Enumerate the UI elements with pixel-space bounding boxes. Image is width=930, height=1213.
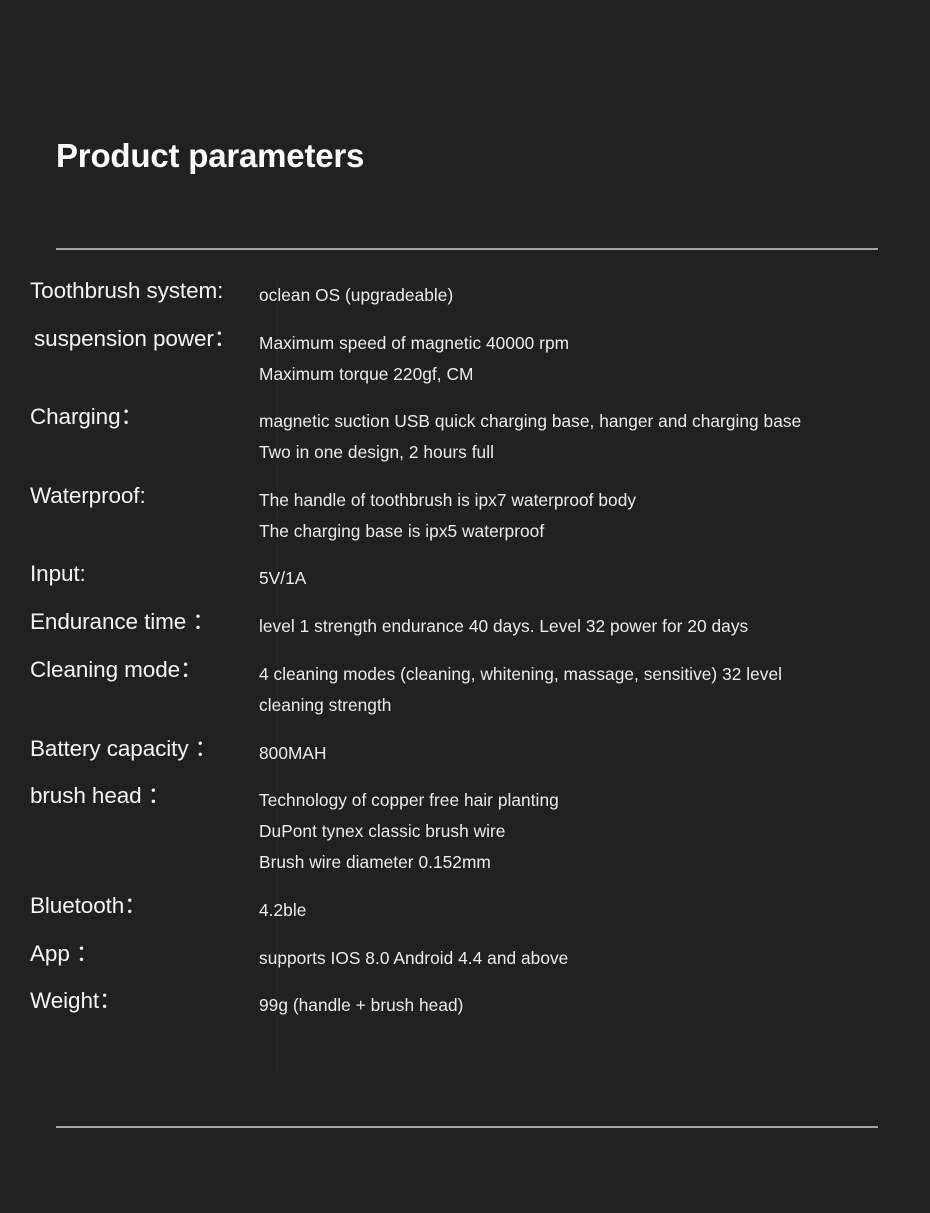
spec-value-line: Maximum speed of magnetic 40000 rpm: [259, 332, 570, 353]
spec-value-line: oclean OS (upgradeable): [259, 285, 454, 305]
spec-value-line: 99g (handle + brush head): [259, 995, 464, 1016]
spec-table: Toothbrush system: oclean OS (upgradeable…: [0, 276, 930, 1034]
spec-value: level 1 strength endurance 40 days. Leve…: [259, 607, 930, 642]
spec-value: oclean OS (upgradeable): [259, 276, 930, 311]
spec-value: magnetic suction USB quick charging base…: [259, 402, 930, 468]
spec-value-line: 4.2ble: [259, 899, 307, 920]
spec-label: Battery capacity ：: [30, 735, 218, 761]
spec-label: Endurance time ：: [30, 609, 215, 635]
spec-value-line: Technology of copper free hair planting: [259, 790, 559, 811]
spec-value-line: Brush wire diameter 0.152mm: [259, 851, 491, 872]
spec-value-line: 800MAH: [259, 742, 327, 763]
spec-label: Toothbrush system:: [30, 278, 224, 303]
spec-value-line: cleaning strength: [259, 694, 392, 715]
spec-value-line: Two in one design, 2 hours full: [259, 442, 494, 463]
spec-label: Input:: [30, 561, 86, 587]
spec-label: Charging：: [30, 404, 143, 430]
spec-row: Cleaning mode： 4 cleaning modes (cleaning…: [0, 655, 930, 721]
spec-value: 4 cleaning modes (cleaning, whitening, m…: [259, 655, 930, 721]
page-title: Product parameters: [56, 137, 365, 174]
spec-value-line: magnetic suction USB quick charging base…: [259, 411, 802, 432]
spec-value-line: The charging base is ipx5 waterproof: [259, 520, 545, 541]
divider-bottom: [56, 1126, 878, 1128]
spec-row: Toothbrush system: oclean OS (upgradeable…: [0, 276, 930, 311]
spec-row: Charging： magnetic suction USB quick char…: [0, 402, 930, 468]
spec-row: Waterproof: The handle of toothbrush is i…: [0, 481, 930, 547]
spec-row: Input: 5V/1A: [0, 559, 930, 594]
spec-value-line: level 1 strength endurance 40 days. Leve…: [259, 616, 749, 637]
spec-value-line: 5V/1A: [259, 568, 307, 589]
spec-value: 4.2ble: [259, 891, 930, 926]
spec-label: Weight：: [30, 988, 122, 1014]
spec-row: App ： supports IOS 8.0 Android 4.4 and ab…: [0, 939, 930, 974]
spec-label: brush head ：: [30, 783, 171, 809]
spec-value-line: supports IOS 8.0 Android 4.4 and above: [259, 947, 569, 968]
spec-row: Battery capacity ： 800MAH: [0, 734, 930, 769]
spec-value: 800MAH: [259, 734, 930, 769]
spec-value-line: 4 cleaning modes (cleaning, whitening, m…: [259, 664, 783, 685]
spec-label: Cleaning mode：: [30, 657, 203, 683]
spec-value: Maximum speed of magnetic 40000 rpm Maxim…: [259, 324, 930, 390]
spec-row: Weight： 99g (handle + brush head): [0, 986, 930, 1021]
spec-row: Bluetooth： 4.2ble: [0, 891, 930, 926]
spec-label: App ：: [30, 940, 99, 966]
spec-row: Endurance time ： level 1 strength enduran…: [0, 607, 930, 642]
spec-value-line: The handle of toothbrush is ipx7 waterpr…: [259, 489, 637, 510]
spec-label: Bluetooth：: [30, 892, 147, 918]
spec-value: 5V/1A: [259, 559, 930, 594]
spec-row: suspension power： Maximum speed of magnet…: [0, 324, 930, 390]
spec-label: suspension power：: [34, 325, 237, 351]
spec-value: 99g (handle + brush head): [259, 986, 930, 1021]
spec-value-line: DuPont tynex classic brush wire: [259, 821, 506, 842]
spec-value: Technology of copper free hair planting D…: [259, 781, 930, 877]
spec-value: supports IOS 8.0 Android 4.4 and above: [259, 939, 930, 974]
product-parameters-page: Product parameters Toothbrush system: ocl…: [0, 0, 930, 1213]
spec-value-line: Maximum torque 220gf, CM: [259, 363, 474, 384]
divider-top: [56, 248, 878, 250]
spec-value: The handle of toothbrush is ipx7 waterpr…: [259, 481, 930, 547]
spec-label: Waterproof:: [30, 482, 146, 508]
spec-row: brush head ： Technology of copper free ha…: [0, 781, 930, 877]
